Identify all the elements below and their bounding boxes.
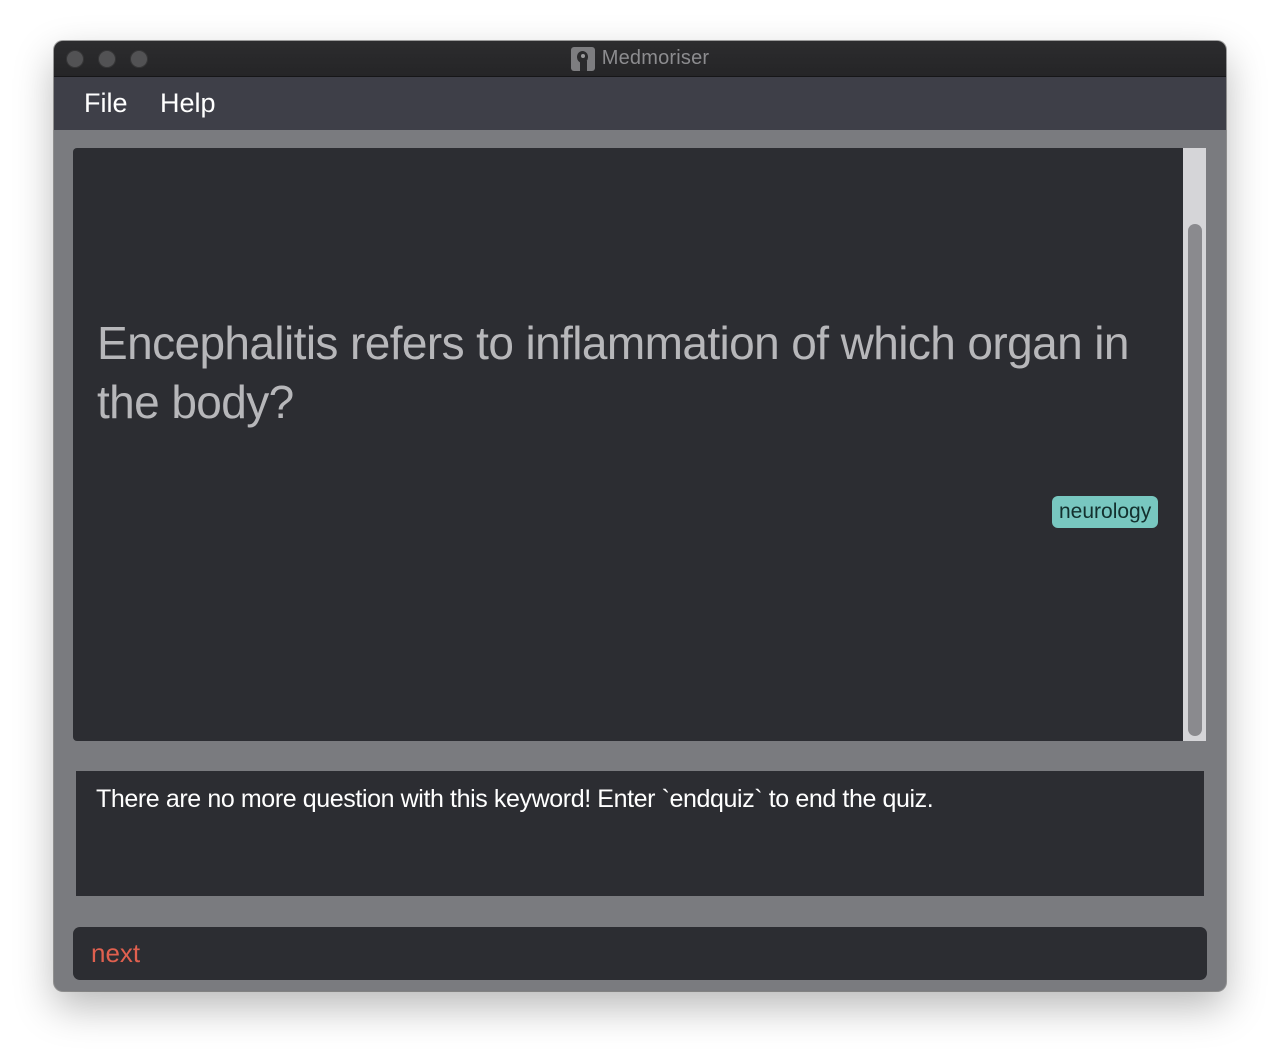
scrollbar-thumb[interactable]: [1188, 224, 1202, 736]
title-bar[interactable]: Medmoriser: [54, 41, 1226, 77]
window-title-group: Medmoriser: [54, 41, 1226, 76]
command-box[interactable]: [73, 927, 1207, 980]
menu-help[interactable]: Help: [160, 87, 216, 120]
command-input[interactable]: [91, 935, 1181, 971]
question-panel: Encephalitis refers to inflammation of w…: [73, 148, 1183, 741]
tag-badge: neurology: [1052, 496, 1159, 528]
result-display: There are no more question with this key…: [76, 771, 1204, 896]
question-scrollbar[interactable]: [1183, 148, 1206, 741]
menu-file[interactable]: File: [84, 87, 128, 120]
app-window: Medmoriser File Help Encephalitis refers…: [54, 41, 1226, 991]
question-text: Encephalitis refers to inflammation of w…: [97, 317, 1129, 428]
brain-head-icon: [570, 46, 595, 71]
menu-bar: File Help: [54, 77, 1226, 130]
result-message: There are no more question with this key…: [96, 785, 934, 813]
window-title: Medmoriser: [601, 47, 710, 69]
